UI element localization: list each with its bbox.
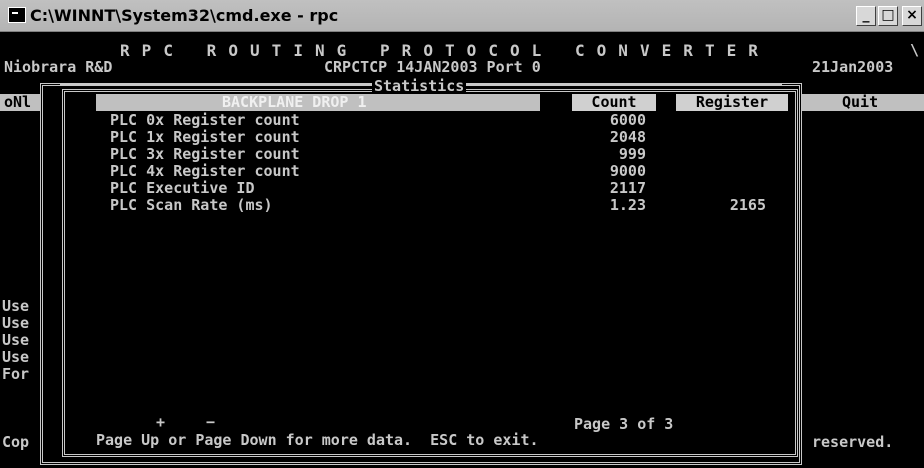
- use-line: For: [2, 365, 30, 383]
- menu-left-label: oNl: [4, 93, 32, 111]
- maximize-button[interactable]: □: [878, 6, 898, 26]
- row-count: 9000: [609, 162, 646, 180]
- footer-hint: Page Up or Page Down for more data. ESC …: [96, 431, 539, 449]
- use-line: Use: [2, 348, 30, 366]
- row-label: PLC 1x Register count: [110, 128, 300, 146]
- quit-label: Quit: [842, 93, 879, 111]
- row-label: PLC Scan Rate (ms): [110, 196, 273, 214]
- statistics-title: Statistics: [372, 77, 467, 95]
- corner-mark: \: [910, 41, 920, 59]
- app-title: R P C R O U T I N G P R O T O C O L C O …: [120, 41, 760, 60]
- page-down-indicator: −: [206, 413, 216, 431]
- count-column-header[interactable]: Count: [572, 94, 656, 111]
- close-button[interactable]: ×: [902, 6, 922, 26]
- section-header-bar: BACKPLANE DROP 1: [96, 94, 540, 111]
- copyright-left: Cop: [2, 433, 30, 451]
- page-indicator: Page 3 of 3: [574, 415, 674, 433]
- header-date: 21Jan2003: [812, 58, 894, 76]
- use-line: Use: [2, 331, 30, 349]
- app-subtitle: CRPCTCP 14JAN2003 Port 0: [324, 58, 541, 76]
- row-count: 2048: [609, 128, 646, 146]
- row-count: 2117: [609, 179, 646, 197]
- use-line: Use: [2, 314, 30, 332]
- company-name: Niobrara R&D: [4, 58, 113, 76]
- row-label: PLC 3x Register count: [110, 145, 300, 163]
- row-count: 999: [618, 145, 646, 163]
- minimize-button[interactable]: _: [856, 6, 876, 26]
- quit-menu[interactable]: Quit: [802, 94, 924, 111]
- row-label: PLC Executive ID: [110, 179, 255, 197]
- row-register: 2165: [729, 196, 766, 214]
- copyright-right: reserved.: [812, 433, 894, 451]
- row-count: 1.23: [609, 196, 646, 214]
- row-label: PLC 4x Register count: [110, 162, 300, 180]
- console-icon: [8, 7, 26, 23]
- page-up-indicator: +: [156, 413, 166, 431]
- section-header: BACKPLANE DROP 1: [222, 93, 367, 111]
- row-count: 6000: [609, 111, 646, 129]
- window-title-bar[interactable]: C:\WINNT\System32\cmd.exe - rpc _ □ ×: [0, 0, 924, 32]
- window-title: C:\WINNT\System32\cmd.exe - rpc: [30, 6, 339, 25]
- console-area[interactable]: R P C R O U T I N G P R O T O C O L C O …: [0, 32, 924, 468]
- register-column-header[interactable]: Register: [676, 94, 788, 111]
- menu-left-bar[interactable]: oNl: [0, 94, 40, 111]
- row-label: PLC 0x Register count: [110, 111, 300, 129]
- use-line: Use: [2, 297, 30, 315]
